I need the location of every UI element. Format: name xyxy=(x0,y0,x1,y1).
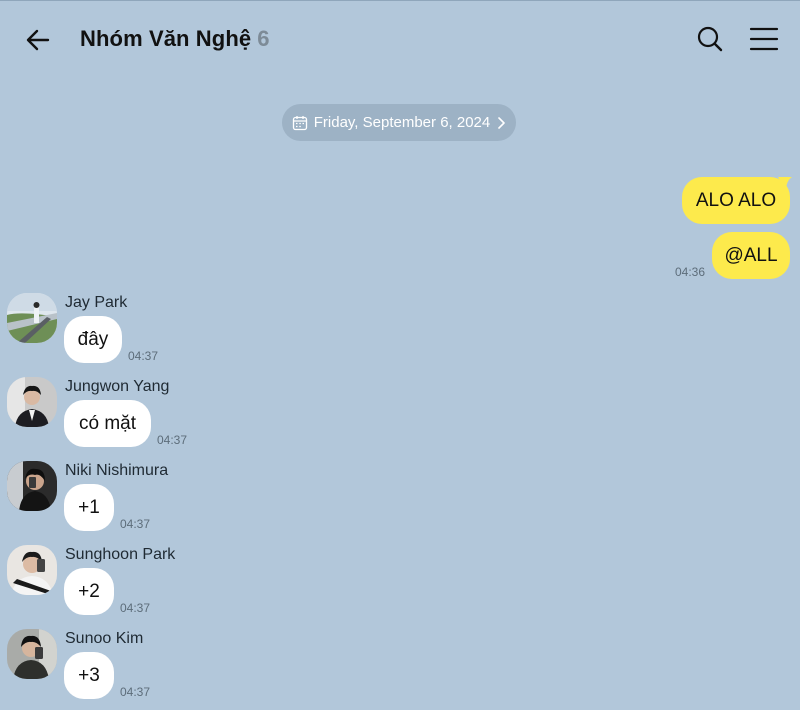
message-bubble[interactable]: +2 xyxy=(64,568,114,615)
sender-name: Niki Nishimura xyxy=(65,462,169,479)
search-icon xyxy=(697,26,723,52)
my-message-bubble[interactable]: ALO ALO xyxy=(682,177,790,224)
avatar-photo xyxy=(7,545,57,595)
my-message-bubble[interactable]: @ALL xyxy=(712,232,790,279)
group-name: Nhóm Văn Nghệ xyxy=(80,26,252,51)
date-label: Friday, September 6, 2024 xyxy=(313,114,491,131)
sender-name: Sunoo Kim xyxy=(65,630,144,647)
message-text: +3 xyxy=(78,664,100,686)
avatar-photo xyxy=(7,293,57,343)
menu-button[interactable] xyxy=(748,24,780,54)
group-title[interactable]: Nhóm Văn Nghệ 6 xyxy=(80,26,270,52)
message-time: 04:37 xyxy=(157,433,188,447)
message-bubble[interactable]: +1 xyxy=(64,484,114,531)
chevron-right-icon xyxy=(498,116,506,129)
back-button[interactable] xyxy=(22,24,54,56)
message-time: 04:37 xyxy=(120,517,151,531)
bubble-tail xyxy=(778,177,792,191)
message-time: 04:37 xyxy=(120,601,151,615)
avatar-sunoo-kim[interactable] xyxy=(7,629,57,679)
message-text: ALO ALO xyxy=(695,189,777,211)
avatar-niki-nishimura[interactable] xyxy=(7,461,57,511)
message-time: 04:37 xyxy=(128,349,159,363)
calendar-icon xyxy=(292,115,307,130)
avatar-photo xyxy=(7,461,57,511)
hamburger-menu-icon xyxy=(749,27,779,51)
chat-header: Nhóm Văn Nghệ 6 xyxy=(0,0,800,80)
search-button[interactable] xyxy=(695,24,725,54)
avatar-photo xyxy=(7,377,57,427)
sender-name: Jay Park xyxy=(65,294,128,311)
message-text: @ALL xyxy=(724,244,778,266)
message-text: +1 xyxy=(78,496,100,518)
message-bubble[interactable]: đây xyxy=(64,316,122,363)
message-text: đây xyxy=(77,328,109,350)
avatar-jungwon-yang[interactable] xyxy=(7,377,57,427)
message-bubble[interactable]: có mặt xyxy=(64,400,151,447)
avatar-jay-park[interactable] xyxy=(7,293,57,343)
message-text: +2 xyxy=(78,580,100,602)
message-text: có mặt xyxy=(78,412,137,434)
message-time: 04:37 xyxy=(120,685,151,699)
date-divider[interactable]: Friday, September 6, 2024 xyxy=(282,104,516,141)
avatar-photo xyxy=(7,629,57,679)
sender-name: Sunghoon Park xyxy=(65,546,176,563)
message-bubble[interactable]: +3 xyxy=(64,652,114,699)
message-time: 04:36 xyxy=(675,265,706,279)
member-count: 6 xyxy=(257,26,270,51)
arrow-left-icon xyxy=(26,29,50,51)
sender-name: Jungwon Yang xyxy=(65,378,170,395)
avatar-sunghoon-park[interactable] xyxy=(7,545,57,595)
